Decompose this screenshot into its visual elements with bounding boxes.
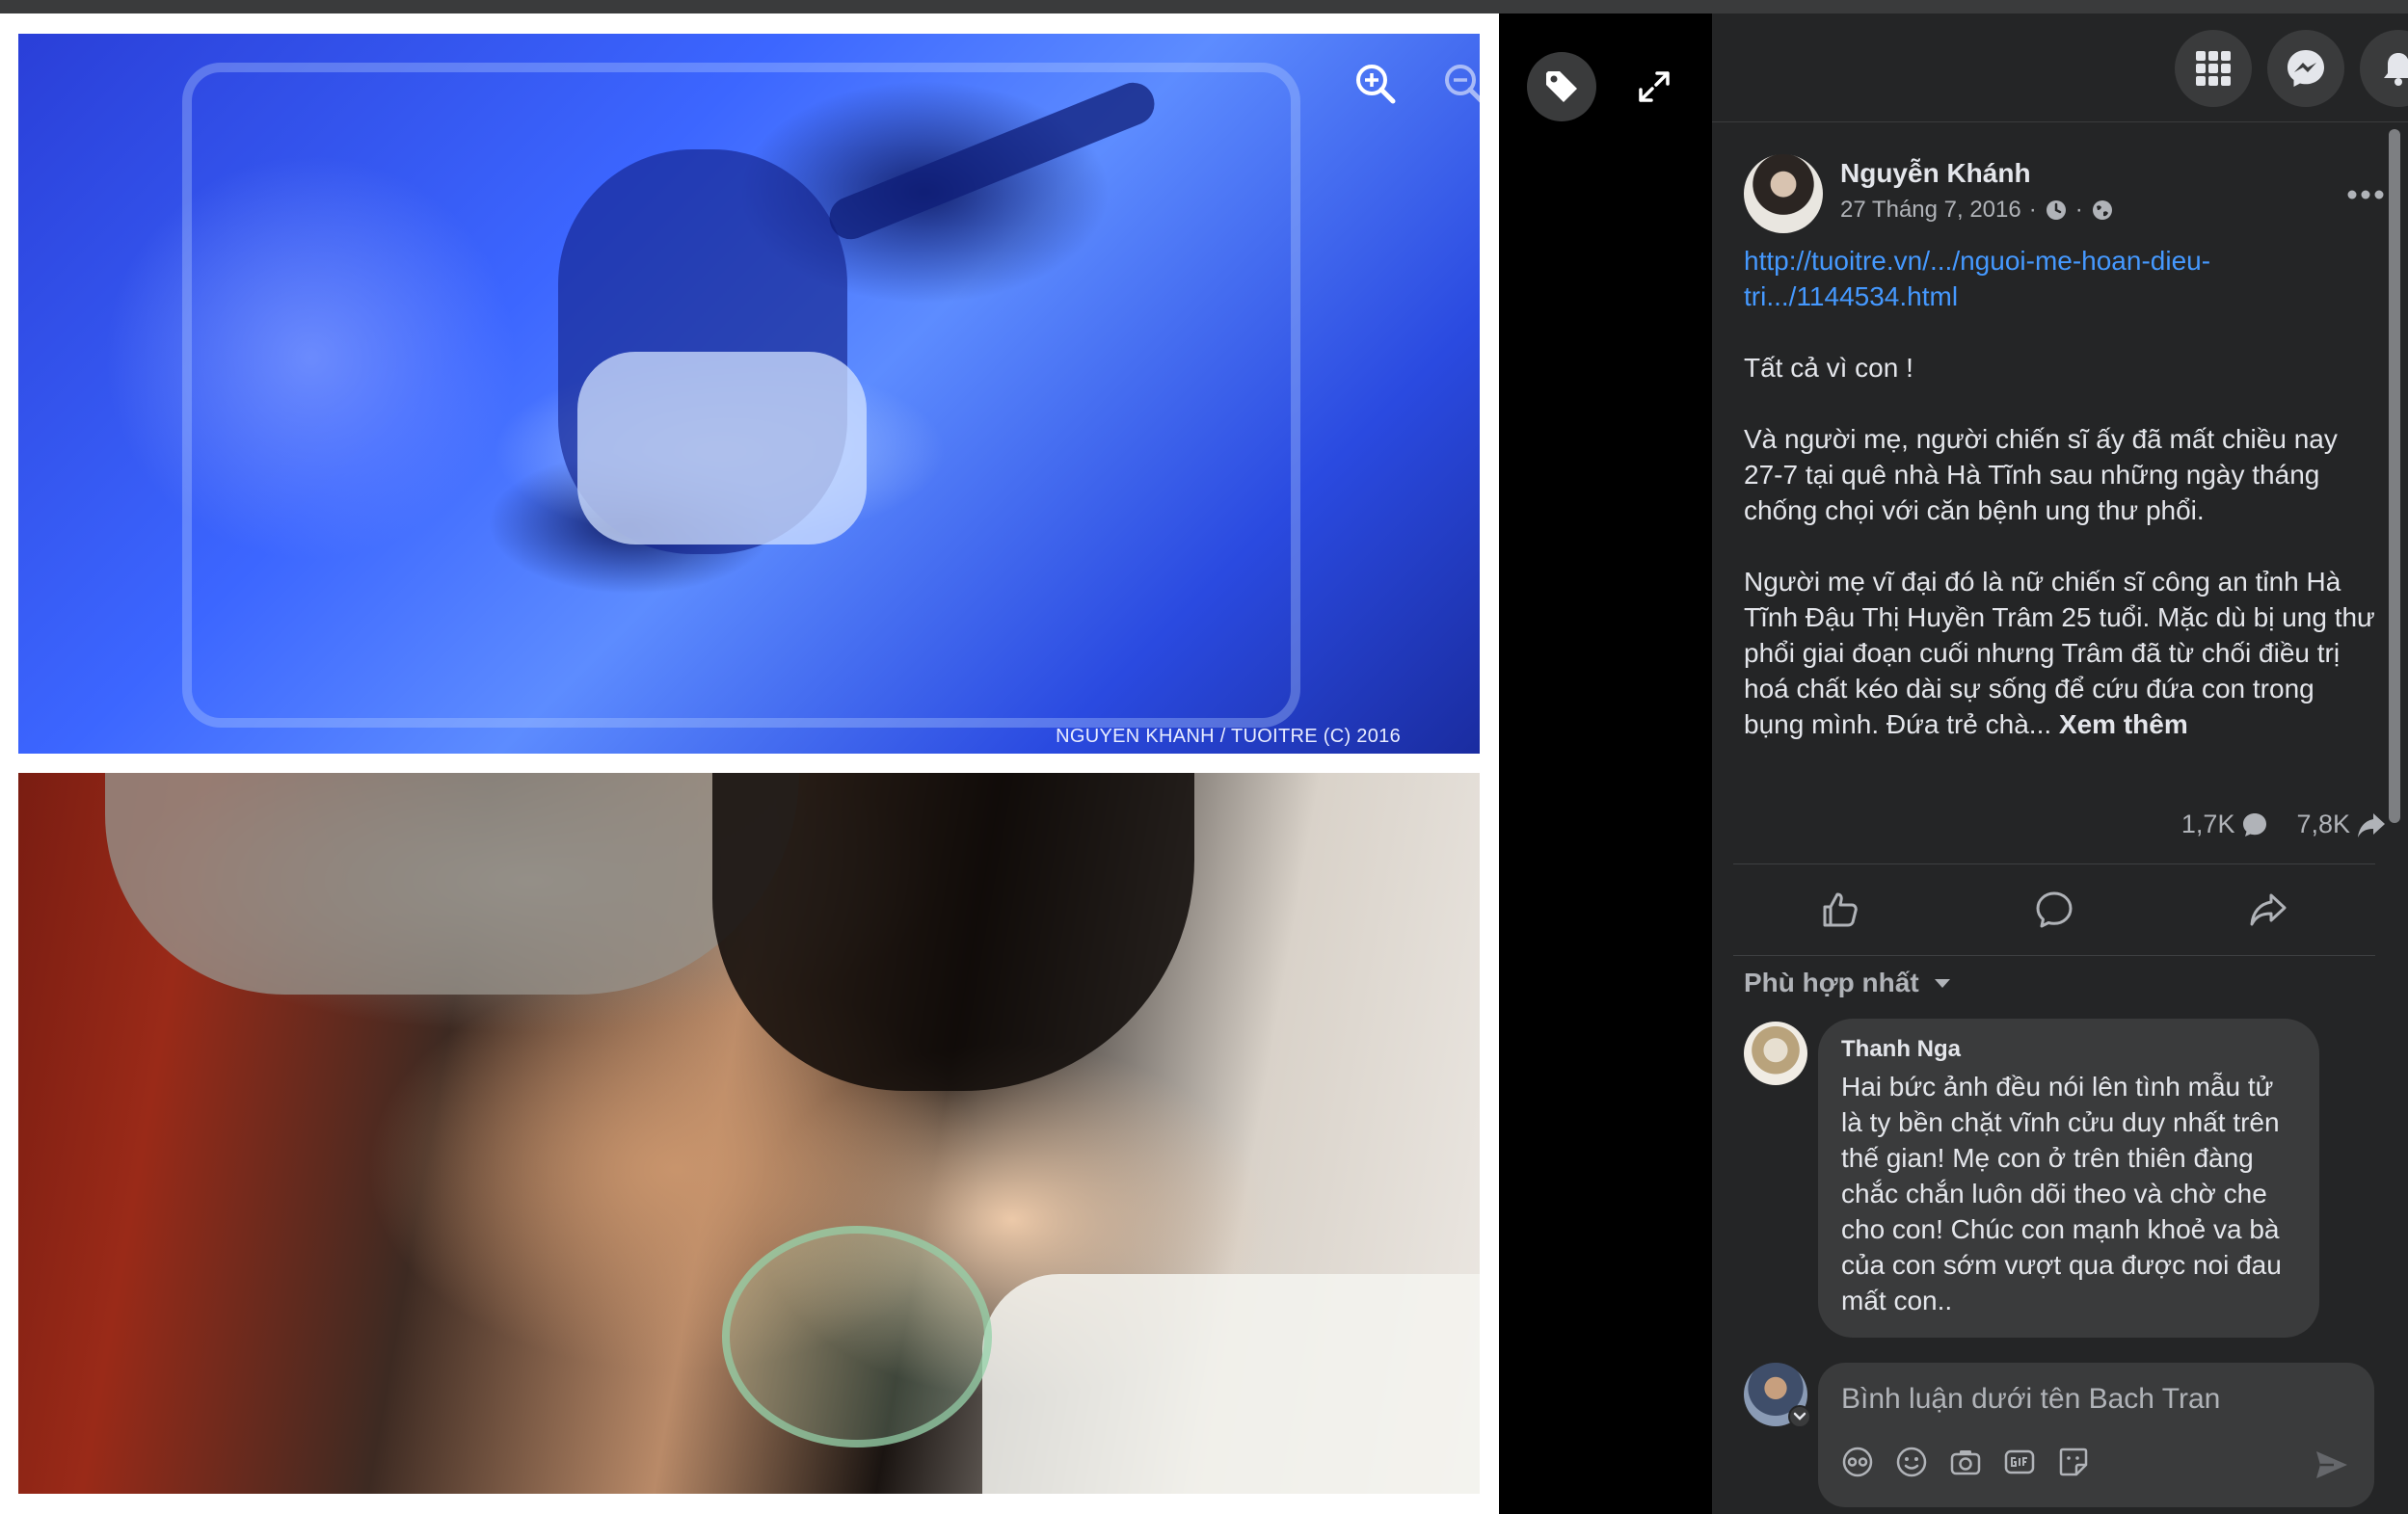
- gif-icon: [2004, 1449, 2035, 1474]
- fullscreen-icon: [1639, 71, 1670, 102]
- comment-composer: [1744, 1363, 2386, 1507]
- photo-detail-dark-hair: [712, 773, 1194, 1091]
- post-action-row: [1733, 863, 2375, 956]
- post-date[interactable]: 27 Tháng 7, 2016: [1840, 197, 2021, 224]
- photo-mother-grandmother[interactable]: [18, 773, 1480, 1494]
- share-icon: [2250, 893, 2287, 926]
- globe-icon: [2092, 200, 2112, 220]
- share-button[interactable]: [2161, 864, 2375, 955]
- comment-bubble: Thanh Nga Hai bức ảnh đều nói lên tình m…: [1818, 1019, 2319, 1338]
- clock-icon: [2046, 200, 2066, 220]
- more-options-icon: [2347, 190, 2384, 199]
- zoom-in-button[interactable]: [1346, 54, 1405, 114]
- zoom-out-button[interactable]: [1434, 54, 1494, 114]
- grid-menu-icon: [2196, 51, 2231, 86]
- share-count-value: 7,8K: [2296, 810, 2350, 838]
- comment-button[interactable]: [1947, 864, 2161, 955]
- tag-icon: [1546, 71, 1577, 102]
- comment-input-box: [1818, 1363, 2374, 1507]
- comment-sort-dropdown[interactable]: Phù hợp nhất: [1744, 968, 1952, 998]
- photo-incubator-baby[interactable]: NGUYEN KHANH / TUOITRE (C) 2016: [18, 34, 1480, 754]
- photo-collage: NGUYEN KHANH / TUOITRE (C) 2016: [0, 13, 1499, 1514]
- comment-sort-label: Phù hợp nhất: [1744, 968, 1919, 997]
- author-avatar[interactable]: [1744, 154, 1823, 233]
- commenter-avatar[interactable]: [1744, 1022, 1807, 1085]
- post-side-panel: Nguyễn Khánh 27 Tháng 7, 2016 · · http:/…: [1712, 13, 2408, 1514]
- post-link[interactable]: http://tuoitre.vn/.../nguoi-me-hoan-dieu…: [1744, 243, 2380, 314]
- thumbs-up-icon: [1823, 892, 1858, 927]
- comment-icon: [2036, 891, 2073, 928]
- chevron-down-icon: [1793, 1412, 1806, 1421]
- comment-text: Hai bức ảnh đều nói lên tình mẫu tử là t…: [1841, 1072, 2282, 1315]
- post-stats: 1,7K 7,8K: [2181, 810, 2387, 839]
- comment-count-value: 1,7K: [2181, 810, 2235, 838]
- sticker-icon: [2059, 1448, 2088, 1476]
- zoom-in-icon: [1356, 65, 1396, 104]
- like-button[interactable]: [1733, 864, 1947, 955]
- photo-detail-oxygen-mask: [722, 1226, 992, 1448]
- photo-detail-grey-hair: [105, 773, 799, 995]
- share-arrow-icon: [2358, 812, 2385, 837]
- messenger-icon: [2288, 50, 2324, 87]
- meta-separator: ·: [2028, 197, 2037, 223]
- send-icon: [2316, 1451, 2347, 1478]
- sticker-button[interactable]: [2057, 1446, 2090, 1478]
- emoji-button[interactable]: [1895, 1446, 1928, 1478]
- avatar-sticker-button[interactable]: [1841, 1446, 1874, 1478]
- see-more-link[interactable]: Xem thêm: [2059, 709, 2188, 739]
- caret-down-icon: [1934, 979, 1950, 988]
- post-meta: 27 Tháng 7, 2016 · ·: [1840, 197, 2114, 224]
- post-body: http://tuoitre.vn/.../nguoi-me-hoan-dieu…: [1744, 243, 2380, 742]
- menu-button[interactable]: [2175, 30, 2252, 107]
- photo-viewer: NGUYEN KHANH / TUOITRE (C) 2016: [0, 13, 1712, 1514]
- photo-button[interactable]: [1949, 1446, 1982, 1478]
- meta-separator: ·: [2074, 197, 2083, 223]
- emoji-icon: [1896, 1447, 1927, 1477]
- messenger-button[interactable]: [2267, 30, 2344, 107]
- bell-icon: [2384, 53, 2408, 86]
- post-options-button[interactable]: [2341, 173, 2390, 216]
- photo-detail-diaper: [577, 352, 867, 545]
- panel-scrollbar[interactable]: [2389, 129, 2400, 823]
- send-comment-button[interactable]: [2313, 1448, 2351, 1482]
- photo-detail-blanket: [982, 1274, 1480, 1494]
- composer-tools: [1841, 1446, 2090, 1478]
- zoom-out-icon: [1445, 65, 1485, 104]
- camera-icon: [1950, 1450, 1981, 1475]
- fullscreen-button[interactable]: [1619, 52, 1689, 121]
- comment-count[interactable]: 1,7K: [2181, 810, 2270, 839]
- author-name[interactable]: Nguyễn Khánh: [1840, 158, 2031, 189]
- tag-photo-button[interactable]: [1527, 52, 1596, 121]
- post-paragraph-truncated: Người mẹ vĩ đại đó là nữ chiến sĩ công a…: [1744, 564, 2380, 742]
- comment-input[interactable]: [1841, 1378, 2342, 1421]
- post-paragraph: Tất cả vì con !: [1744, 353, 1913, 383]
- panel-header: [1712, 13, 2408, 122]
- post-author-block: Nguyễn Khánh 27 Tháng 7, 2016 · ·: [1744, 154, 2384, 235]
- comment-bubble-icon: [2243, 812, 2267, 837]
- avatar-sticker-icon: [1842, 1447, 1873, 1477]
- browser-top-strip: [0, 0, 2408, 13]
- share-count[interactable]: 7,8K: [2296, 810, 2387, 839]
- commenter-name[interactable]: Thanh Nga: [1841, 1036, 2296, 1063]
- identity-switch-badge[interactable]: [1788, 1405, 1811, 1428]
- photo-credit: NGUYEN KHANH / TUOITRE (C) 2016: [1056, 726, 1401, 747]
- notifications-button[interactable]: [2360, 30, 2408, 107]
- gif-button[interactable]: [2003, 1446, 2036, 1478]
- post-paragraph: Và người mẹ, người chiến sĩ ấy đã mất ch…: [1744, 424, 2338, 525]
